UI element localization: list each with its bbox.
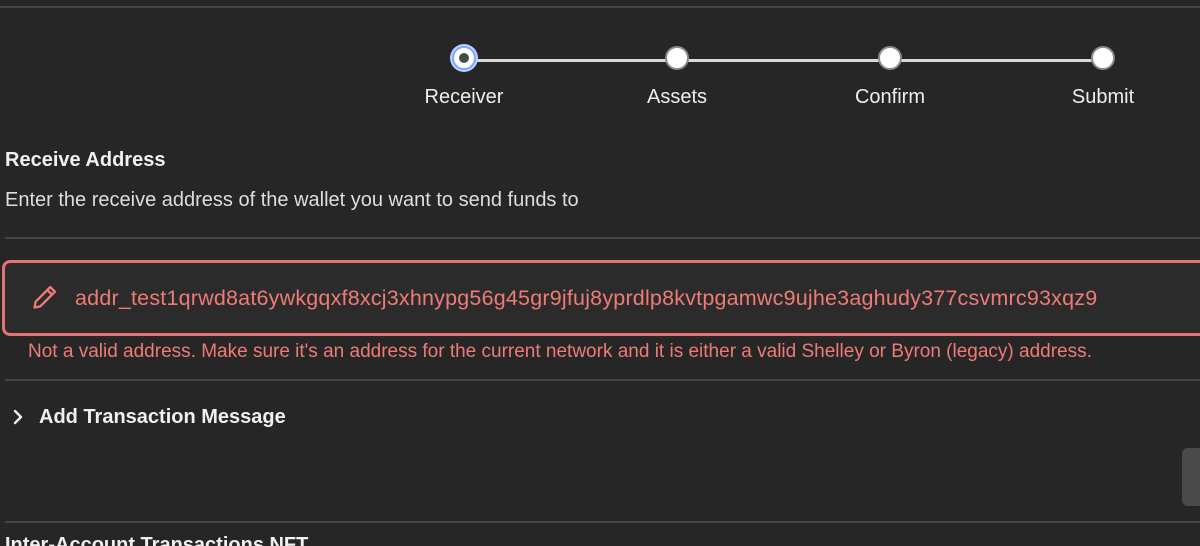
receive-address-title: Receive Address — [5, 149, 166, 171]
step-submit-label: Submit — [1071, 86, 1135, 108]
error-divider — [5, 379, 1200, 381]
step-submit-dot[interactable] — [1091, 46, 1115, 70]
stepper-line — [464, 59, 1104, 62]
address-error-message: Not a valid address. Make sure it's an a… — [28, 341, 1092, 362]
step-confirm-label: Confirm — [854, 86, 925, 108]
scroll-handle[interactable] — [1182, 448, 1200, 506]
chevron-right-icon — [13, 409, 23, 425]
stepper: Receiver Assets Confirm Submit — [0, 0, 1200, 120]
pencil-icon — [33, 285, 57, 309]
add-transaction-message-label: Add Transaction Message — [39, 405, 286, 428]
section-divider — [5, 237, 1200, 239]
step-receiver-dot[interactable] — [452, 46, 476, 70]
bottom-divider — [5, 521, 1200, 523]
step-confirm-dot[interactable] — [878, 46, 902, 70]
receive-address-input[interactable] — [75, 280, 1200, 316]
receive-address-field[interactable] — [2, 260, 1200, 336]
step-receiver-label: Receiver — [424, 86, 504, 108]
add-transaction-message-toggle[interactable]: Add Transaction Message — [10, 404, 286, 430]
send-page: Receiver Assets Confirm Submit Receive A… — [0, 0, 1200, 546]
receive-address-description: Enter the receive address of the wallet … — [5, 189, 579, 211]
step-assets-label: Assets — [646, 86, 708, 108]
next-section-title: Inter-Account Transactions NFT — [5, 534, 309, 546]
step-assets-dot[interactable] — [665, 46, 689, 70]
